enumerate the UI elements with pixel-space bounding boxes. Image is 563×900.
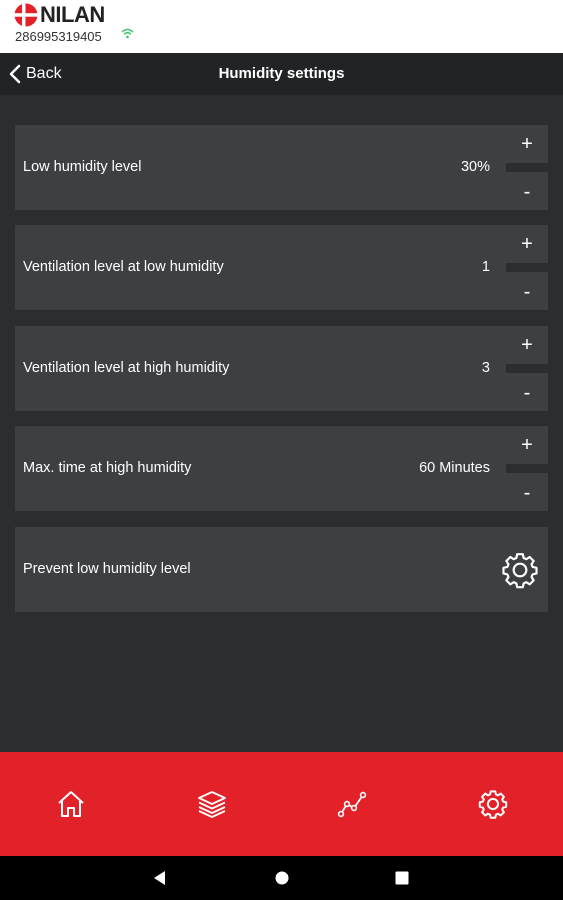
nav-graph[interactable] xyxy=(334,786,370,822)
setting-value: 1 xyxy=(481,259,490,275)
decrease-button[interactable]: - xyxy=(506,473,548,511)
decrease-button[interactable]: - xyxy=(506,373,548,411)
nav-layers[interactable] xyxy=(194,786,230,822)
setting-value: 30% xyxy=(460,159,490,175)
setting-row-body: Ventilation level at high humidity 3 xyxy=(15,326,506,411)
setting-label: Ventilation level at low humidity xyxy=(23,259,224,275)
settings-icon xyxy=(478,790,508,819)
setting-row-body: Prevent low humidity level xyxy=(15,527,548,612)
layers-icon xyxy=(198,791,226,818)
gear-icon[interactable] xyxy=(500,550,540,590)
chevron-left-icon xyxy=(9,64,21,84)
decrease-button[interactable]: - xyxy=(506,272,548,310)
setting-row-max-time-high-humidity: Max. time at high humidity 60 Minutes + … xyxy=(15,426,548,511)
nilan-logo: NILAN xyxy=(14,3,105,27)
setting-value: 3 xyxy=(481,360,490,376)
system-navigation-bar xyxy=(0,856,563,900)
wifi-icon xyxy=(121,28,134,39)
settings-list: Low humidity level 30% + - Ventilation l… xyxy=(0,95,563,752)
setting-label: Ventilation level at high humidity xyxy=(23,360,230,376)
increase-button[interactable]: + xyxy=(506,125,548,163)
home-circle-icon[interactable] xyxy=(272,868,292,888)
page-title: Humidity settings xyxy=(218,65,345,82)
increase-button[interactable]: + xyxy=(506,426,548,464)
danish-flag-icon xyxy=(14,3,38,27)
back-button[interactable]: Back xyxy=(8,53,62,95)
setting-row-body: Ventilation level at low humidity 1 xyxy=(15,225,506,310)
setting-row-body: Low humidity level 30% xyxy=(15,125,506,210)
setting-label: Max. time at high humidity xyxy=(23,460,192,476)
setting-row-low-humidity-level: Low humidity level 30% + - xyxy=(15,125,548,210)
setting-row-prevent-low-humidity[interactable]: Prevent low humidity level xyxy=(15,527,548,612)
setting-row-body: Max. time at high humidity 60 Minutes xyxy=(15,426,506,511)
bottom-navigation xyxy=(0,752,563,856)
setting-value: 60 Minutes xyxy=(419,460,490,476)
screen-header: Back Humidity settings xyxy=(0,53,563,95)
setting-label: Prevent low humidity level xyxy=(23,561,191,577)
brand-bar: NILAN 286995319405 xyxy=(0,0,563,53)
increase-button[interactable]: + xyxy=(506,326,548,364)
increase-button[interactable]: + xyxy=(506,225,548,263)
graph-icon xyxy=(337,791,367,818)
setting-row-ventilation-high-humidity: Ventilation level at high humidity 3 + - xyxy=(15,326,548,411)
recents-square-icon[interactable] xyxy=(392,868,412,888)
setting-label: Low humidity level xyxy=(23,159,142,175)
decrease-button[interactable]: - xyxy=(506,172,548,210)
brand-name: NILAN xyxy=(40,2,105,27)
nav-settings[interactable] xyxy=(475,786,511,822)
back-label: Back xyxy=(26,65,62,82)
setting-row-ventilation-low-humidity: Ventilation level at low humidity 1 + - xyxy=(15,225,548,310)
nav-home[interactable] xyxy=(53,786,89,822)
back-triangle-icon[interactable] xyxy=(150,868,170,888)
device-id: 286995319405 xyxy=(15,29,102,44)
home-icon xyxy=(58,791,84,817)
